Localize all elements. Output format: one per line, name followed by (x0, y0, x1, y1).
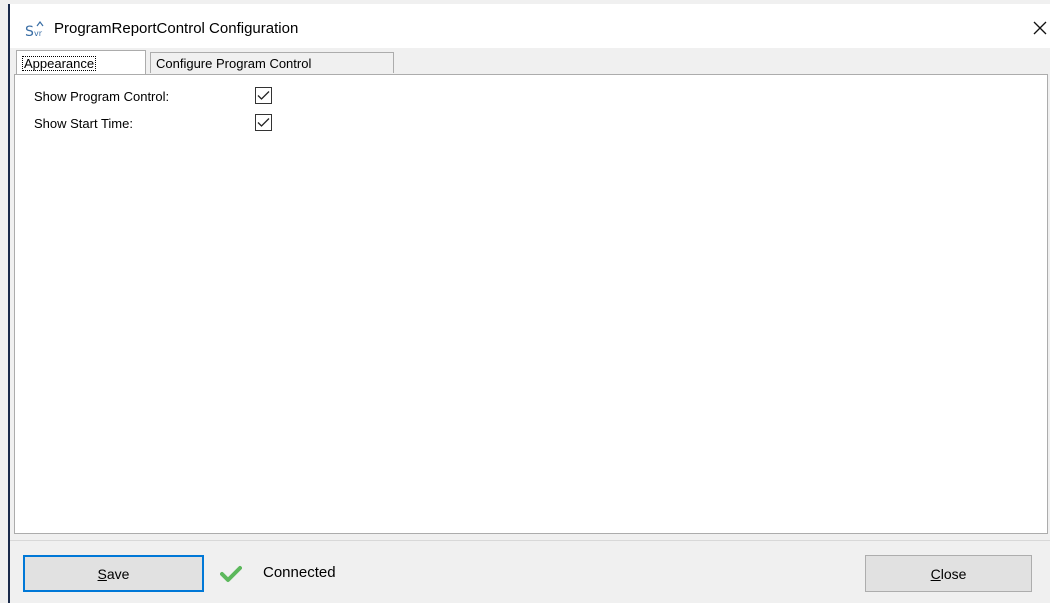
tab-configure-program-control[interactable]: Configure Program Control (150, 52, 394, 73)
close-icon (1033, 21, 1047, 35)
window-title: ProgramReportControl Configuration (54, 20, 299, 37)
svg-text:vr: vr (34, 29, 43, 38)
connected-check-icon (220, 566, 242, 582)
config-window: S vr ProgramReportControl Configuration … (0, 0, 1050, 603)
tab-appearance-label: Appearance (22, 55, 97, 71)
close-button-label: Close (930, 565, 967, 582)
show-program-control-checkbox[interactable] (255, 87, 272, 104)
tab-configure-label: Configure Program Control (156, 55, 312, 71)
show-start-time-checkbox[interactable] (255, 114, 272, 131)
title-bar[interactable]: S vr ProgramReportControl Configuration (10, 4, 1050, 48)
svg-text:S: S (25, 24, 34, 39)
window-close-button[interactable] (1025, 13, 1050, 43)
close-button[interactable]: Close (865, 555, 1032, 592)
save-button-label: Save (97, 565, 130, 582)
tab-appearance[interactable]: Appearance (16, 50, 146, 75)
appearance-panel: Show Program Control: Show Start Time: (14, 74, 1048, 534)
show-start-time-label: Show Start Time: (34, 116, 133, 131)
show-program-control-label: Show Program Control: (34, 89, 170, 104)
app-icon: S vr (25, 21, 44, 39)
save-button[interactable]: Save (23, 555, 204, 592)
connection-status: Connected (263, 564, 336, 581)
checkmark-icon (257, 118, 270, 127)
footer-separator (10, 540, 1050, 541)
window-left-border (8, 4, 10, 603)
checkmark-icon (257, 91, 270, 100)
